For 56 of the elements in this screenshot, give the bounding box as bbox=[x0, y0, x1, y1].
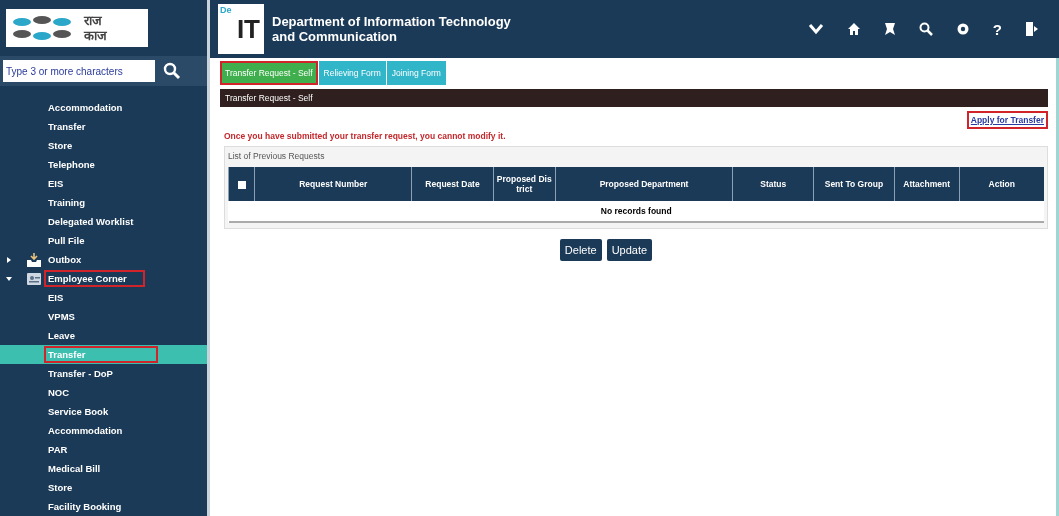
logo-badge: De IT bbox=[218, 4, 264, 54]
sidebar-item[interactable]: Leave bbox=[0, 326, 207, 345]
sidebar-item[interactable]: Training bbox=[0, 193, 207, 212]
warning-text: Once you have submitted your transfer request, you cannot modify it. bbox=[224, 131, 507, 141]
sidebar-item[interactable]: Delegated Worklist bbox=[0, 212, 207, 231]
apply-link[interactable]: Apply for Transfer bbox=[966, 111, 1048, 129]
help-button[interactable]: ? bbox=[992, 20, 1002, 38]
sidebar-item[interactable]: Facility Booking bbox=[0, 497, 207, 516]
search-icon[interactable] bbox=[918, 22, 933, 36]
logo-text: काज bbox=[84, 28, 107, 43]
sidebar-item[interactable]: PAR bbox=[0, 440, 207, 459]
sidebar-group[interactable]: Outbox bbox=[44, 251, 100, 268]
list-title: List of Previous Requests bbox=[228, 150, 326, 163]
sidebar-item[interactable]: EIS bbox=[0, 288, 207, 307]
settings-icon[interactable] bbox=[955, 22, 970, 36]
column-header: Status bbox=[732, 167, 814, 201]
sidebar-item[interactable]: Store bbox=[0, 136, 207, 155]
column-header: Proposed Department bbox=[555, 167, 733, 201]
tray-icon bbox=[26, 251, 42, 268]
id-card-icon bbox=[26, 270, 42, 287]
checkbox[interactable] bbox=[237, 180, 246, 189]
sidebar-item[interactable]: Store bbox=[0, 478, 207, 497]
app-title: and Communication bbox=[272, 29, 398, 44]
sidebar-item[interactable]: Transfer - DoP bbox=[0, 364, 207, 383]
search-icon[interactable] bbox=[163, 62, 181, 80]
sidebar-item[interactable]: NOC bbox=[0, 383, 207, 402]
column-header: Attachment bbox=[894, 167, 960, 201]
column-header: Proposed District bbox=[493, 167, 556, 201]
logout-icon[interactable] bbox=[1025, 21, 1039, 37]
sidebar-item[interactable]: Service Book bbox=[0, 402, 207, 421]
sidebar-item[interactable]: Medical Bill bbox=[0, 459, 207, 478]
sidebar-group[interactable]: Employee Corner bbox=[44, 270, 145, 287]
logo-icon bbox=[10, 14, 74, 42]
caret-right-icon[interactable] bbox=[6, 256, 12, 263]
empty-message: No records found bbox=[228, 201, 1044, 222]
sidebar-item[interactable]: Accommodation bbox=[0, 98, 207, 117]
app-title: Department of Information Technology bbox=[272, 14, 511, 29]
action-button[interactable]: Delete bbox=[559, 239, 602, 261]
column-header: Request Date bbox=[411, 167, 494, 201]
sidebar-item[interactable]: Pull File bbox=[0, 231, 207, 250]
sidebar-item[interactable]: Accommodation bbox=[0, 421, 207, 440]
search-field[interactable]: Type 3 or more characters bbox=[3, 60, 155, 82]
bookmark-icon[interactable] bbox=[883, 22, 896, 36]
sidebar-item[interactable]: Transfer bbox=[0, 117, 207, 136]
sidebar-item[interactable]: VPMS bbox=[0, 307, 207, 326]
column-header: Request Number bbox=[254, 167, 412, 201]
sidebar-item[interactable]: Telephone bbox=[0, 155, 207, 174]
column-header: Action bbox=[959, 167, 1044, 201]
logo-text: राज bbox=[84, 13, 103, 28]
chevron-down-icon[interactable] bbox=[807, 23, 824, 35]
sidebar-item[interactable]: EIS bbox=[0, 174, 207, 193]
panel-title-bar: Transfer Request - Self bbox=[220, 89, 1048, 107]
action-button[interactable]: Update bbox=[606, 239, 653, 261]
caret-down-icon[interactable] bbox=[6, 275, 12, 282]
column-header: Sent To Group bbox=[813, 167, 895, 201]
home-icon[interactable] bbox=[846, 22, 861, 36]
